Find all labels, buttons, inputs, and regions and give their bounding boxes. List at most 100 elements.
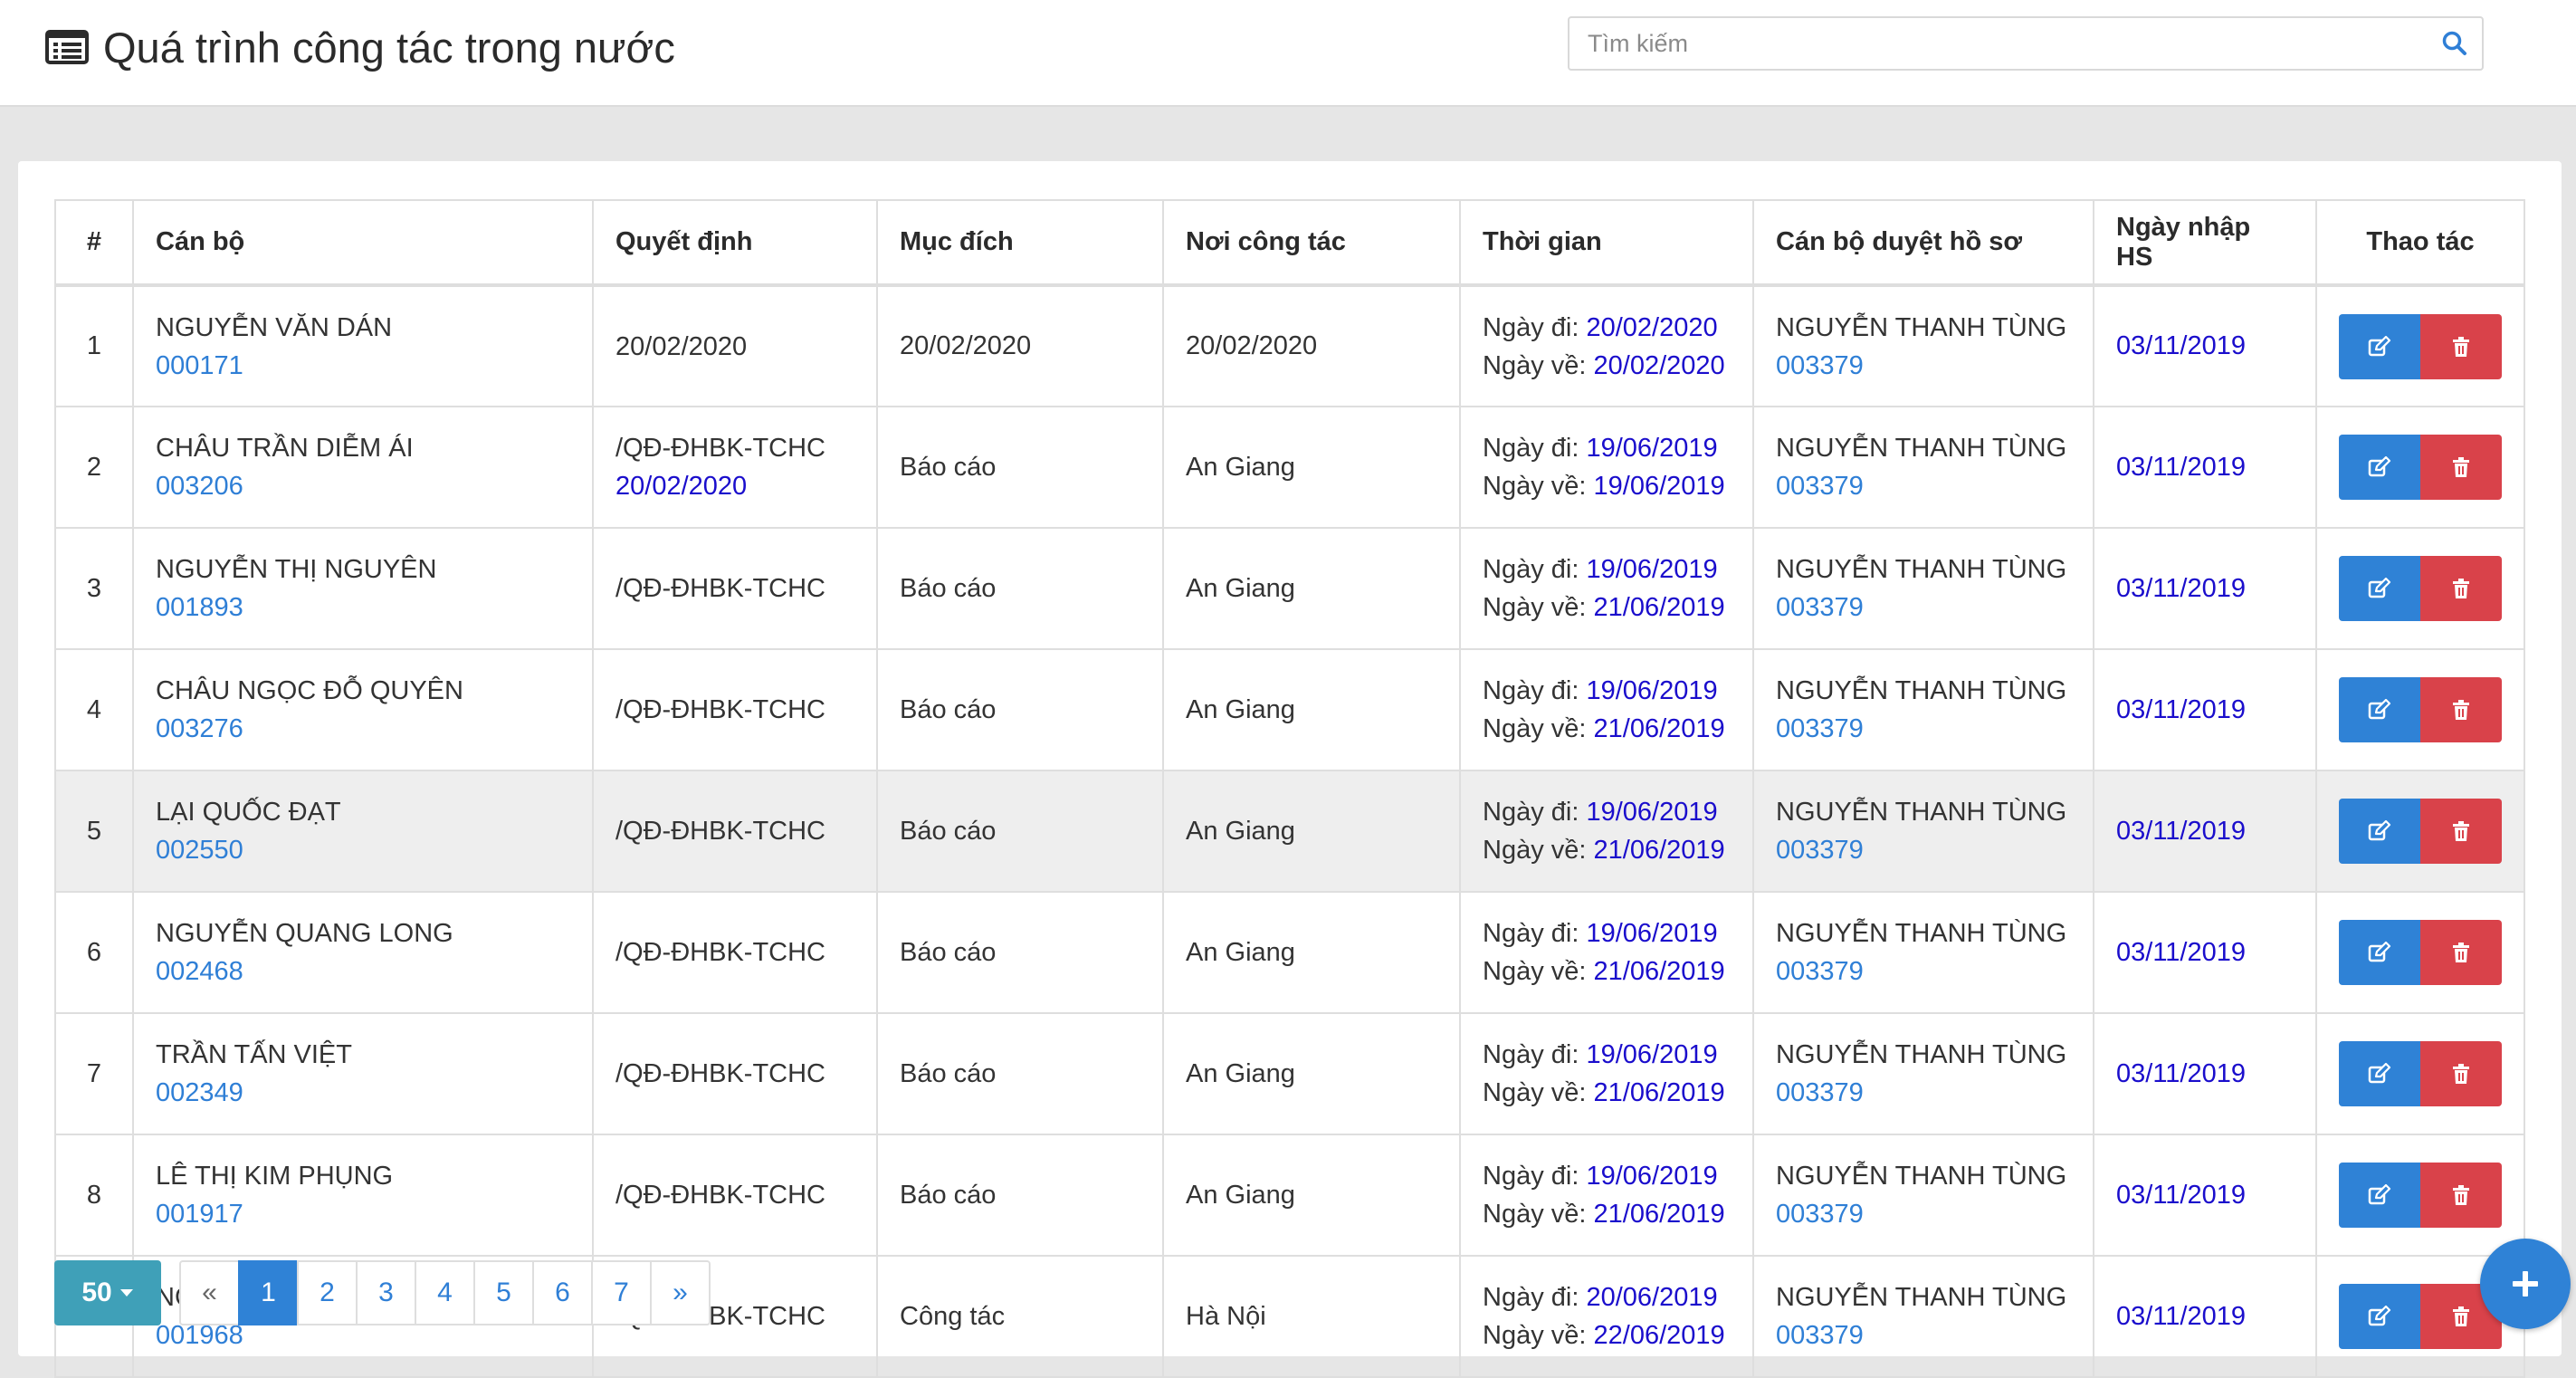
pagination-page-1[interactable]: 1 bbox=[238, 1260, 299, 1325]
column-header-time[interactable]: Thời gian bbox=[1459, 199, 1754, 286]
date-go-value: 19/06/2019 bbox=[1586, 1040, 1718, 1069]
table-header-row: # Cán bộ Quyết định Mục đích Nơi công tá… bbox=[54, 199, 2525, 286]
column-header-approver[interactable]: Cán bộ duyệt hồ sơ bbox=[1752, 199, 2094, 286]
date-return-value: 20/02/2020 bbox=[1593, 350, 1725, 380]
staff-id-link[interactable]: 003276 bbox=[156, 710, 570, 748]
date-return-line: Ngày về: 19/06/2019 bbox=[1483, 467, 1731, 505]
page-size-value: 50 bbox=[81, 1278, 112, 1307]
delete-button[interactable] bbox=[2420, 556, 2502, 621]
approver-cell: NGUYỄN THANH TÙNG 003379 bbox=[1752, 284, 2094, 407]
location-cell: An Giang bbox=[1162, 1012, 1461, 1135]
table-row: 5 LẠI QUỐC ĐẠT 002550 /QĐ-ĐHBK-TCHC Báo … bbox=[54, 770, 2525, 893]
staff-cell: NGUYỄN QUANG LONG 002468 bbox=[132, 891, 594, 1014]
search-input[interactable] bbox=[1569, 18, 2411, 69]
search-icon[interactable] bbox=[2440, 29, 2469, 58]
approver-id-link[interactable]: 003379 bbox=[1776, 467, 2071, 505]
staff-id-link[interactable]: 000171 bbox=[156, 347, 570, 385]
edit-icon bbox=[2368, 820, 2391, 841]
edit-button[interactable] bbox=[2339, 677, 2420, 742]
column-header-entry-date[interactable]: Ngày nhập HS bbox=[2093, 199, 2317, 286]
column-header-location[interactable]: Nơi công tác bbox=[1162, 199, 1461, 286]
trash-icon bbox=[2453, 1064, 2469, 1084]
staff-id-link[interactable]: 003206 bbox=[156, 467, 570, 505]
pagination-page-4[interactable]: 4 bbox=[415, 1260, 475, 1325]
delete-button[interactable] bbox=[2420, 799, 2502, 864]
date-go-value: 19/06/2019 bbox=[1586, 555, 1718, 584]
approver-id-link[interactable]: 003379 bbox=[1776, 710, 2071, 748]
approver-id-link[interactable]: 003379 bbox=[1776, 1074, 2071, 1112]
entry-date-cell: 03/11/2019 bbox=[2093, 1255, 2317, 1378]
staff-name: LÊ THỊ KIM PHỤNG bbox=[156, 1162, 394, 1191]
action-buttons bbox=[2339, 920, 2502, 985]
edit-button[interactable] bbox=[2339, 799, 2420, 864]
table-row: 4 CHÂU NGỌC ĐỖ QUYÊN 003276 /QĐ-ĐHBK-TCH… bbox=[54, 648, 2525, 771]
page-size-dropdown[interactable]: 50 bbox=[54, 1260, 161, 1325]
trash-icon bbox=[2453, 336, 2469, 357]
edit-button[interactable] bbox=[2339, 313, 2420, 379]
trash-icon bbox=[2453, 1306, 2469, 1326]
staff-cell: CHÂU TRẦN DIỄM ÁI 003206 bbox=[132, 406, 594, 529]
date-go-value: 20/06/2019 bbox=[1586, 1283, 1718, 1312]
delete-button[interactable] bbox=[2420, 677, 2502, 742]
date-go-line: Ngày đi: 20/06/2019 bbox=[1483, 1278, 1731, 1316]
edit-button[interactable] bbox=[2339, 1163, 2420, 1228]
delete-button[interactable] bbox=[2420, 313, 2502, 379]
approver-id-link[interactable]: 003379 bbox=[1776, 952, 2071, 990]
date-go-value: 19/06/2019 bbox=[1586, 434, 1718, 463]
add-button[interactable] bbox=[2480, 1239, 2571, 1329]
pagination-page-2[interactable]: 2 bbox=[297, 1260, 358, 1325]
entry-date-cell: 03/11/2019 bbox=[2093, 1012, 2317, 1135]
action-buttons bbox=[2339, 556, 2502, 621]
entry-date-cell: 03/11/2019 bbox=[2093, 648, 2317, 771]
edit-button[interactable] bbox=[2339, 556, 2420, 621]
delete-button[interactable] bbox=[2420, 435, 2502, 500]
approver-id-link[interactable]: 003379 bbox=[1776, 1316, 2071, 1354]
staff-id-link[interactable]: 002349 bbox=[156, 1074, 570, 1112]
pagination-prev[interactable]: « bbox=[179, 1260, 240, 1325]
date-return-label: Ngày về: bbox=[1483, 836, 1587, 865]
caret-down-icon bbox=[119, 1289, 133, 1297]
approver-id-link[interactable]: 003379 bbox=[1776, 1195, 2071, 1233]
date-return-line: Ngày về: 21/06/2019 bbox=[1483, 831, 1731, 869]
date-return-value: 21/06/2019 bbox=[1593, 1078, 1725, 1107]
approver-name: NGUYỄN THANH TÙNG bbox=[1776, 312, 2067, 342]
time-cell: Ngày đi: 19/06/2019 Ngày về: 21/06/2019 bbox=[1459, 891, 1754, 1014]
pagination-page-7[interactable]: 7 bbox=[591, 1260, 652, 1325]
actions-cell bbox=[2315, 1134, 2525, 1257]
approver-id-link[interactable]: 003379 bbox=[1776, 589, 2071, 627]
decision-number: /QĐ-ĐHBK-TCHC bbox=[615, 938, 825, 967]
purpose-cell: Báo cáo bbox=[876, 1012, 1164, 1135]
staff-name: CHÂU TRẦN DIỄM ÁI bbox=[156, 434, 414, 463]
edit-icon bbox=[2368, 335, 2391, 356]
location-cell: An Giang bbox=[1162, 527, 1461, 650]
staff-id-link[interactable]: 002468 bbox=[156, 952, 570, 990]
edit-button[interactable] bbox=[2339, 1284, 2420, 1349]
column-header-decision[interactable]: Quyết định bbox=[592, 199, 878, 286]
staff-id-link[interactable]: 001917 bbox=[156, 1195, 570, 1233]
edit-button[interactable] bbox=[2339, 435, 2420, 500]
staff-id-link[interactable]: 001893 bbox=[156, 589, 570, 627]
date-return-label: Ngày về: bbox=[1483, 1321, 1587, 1350]
edit-button[interactable] bbox=[2339, 1041, 2420, 1106]
pagination-page-3[interactable]: 3 bbox=[356, 1260, 416, 1325]
delete-button[interactable] bbox=[2420, 920, 2502, 985]
pagination-next[interactable]: » bbox=[650, 1260, 711, 1325]
column-header-staff[interactable]: Cán bộ bbox=[132, 199, 594, 286]
column-header-purpose[interactable]: Mục đích bbox=[876, 199, 1164, 286]
pagination-page-6[interactable]: 6 bbox=[532, 1260, 593, 1325]
approver-cell: NGUYỄN THANH TÙNG 003379 bbox=[1752, 648, 2094, 771]
delete-button[interactable] bbox=[2420, 1163, 2502, 1228]
staff-id-link[interactable]: 002550 bbox=[156, 831, 570, 869]
pagination-page-5[interactable]: 5 bbox=[473, 1260, 534, 1325]
edit-icon bbox=[2368, 1306, 2391, 1326]
action-buttons bbox=[2339, 677, 2502, 742]
decision-cell: /QĐ-ĐHBK-TCHC 20/02/2020 bbox=[592, 406, 878, 529]
delete-button[interactable] bbox=[2420, 1041, 2502, 1106]
entry-date-cell: 03/11/2019 bbox=[2093, 527, 2317, 650]
edit-button[interactable] bbox=[2339, 920, 2420, 985]
edit-icon bbox=[2368, 456, 2391, 477]
entry-date: 03/11/2019 bbox=[2116, 1180, 2246, 1210]
actions-cell bbox=[2315, 770, 2525, 893]
approver-id-link[interactable]: 003379 bbox=[1776, 347, 2071, 385]
approver-id-link[interactable]: 003379 bbox=[1776, 831, 2071, 869]
